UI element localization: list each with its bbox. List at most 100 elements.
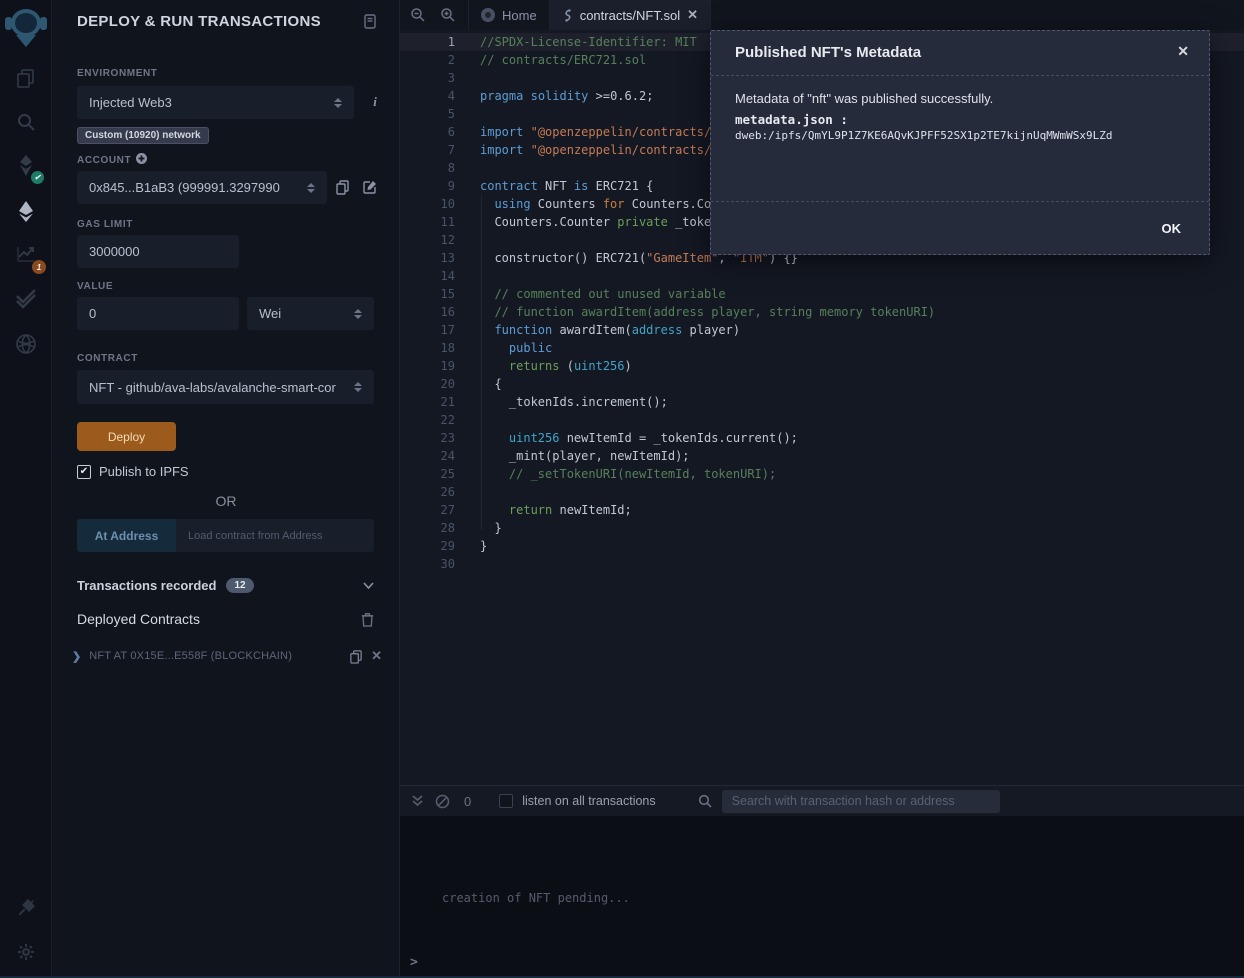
terminal-search-icon <box>698 794 712 808</box>
zoom-in-icon[interactable] <box>440 7 456 23</box>
code-line[interactable]: 21 _tokenIds.increment(); <box>400 393 1244 411</box>
clear-terminal-icon[interactable] <box>435 794 450 809</box>
code-line[interactable]: 25 // _setTokenURI(newItemId, tokenURI); <box>400 465 1244 483</box>
deploy-run-panel: DEPLOY & RUN TRANSACTIONS ENVIRONMENT In… <box>52 0 400 978</box>
ok-button[interactable]: OK <box>1162 221 1182 236</box>
sourcify-plugin-icon[interactable] <box>0 324 52 364</box>
value-unit-select[interactable]: Wei <box>247 297 374 330</box>
solidity-compiler-icon[interactable]: ✔ <box>0 146 52 186</box>
code-line[interactable]: 16 // function awardItem(address player,… <box>400 303 1244 321</box>
code-line[interactable]: 19 returns (uint256) <box>400 357 1244 375</box>
code-line[interactable]: 23 uint256 newItemId = _tokenIds.current… <box>400 429 1244 447</box>
line-number: 4 <box>400 87 455 105</box>
line-number: 8 <box>400 159 455 177</box>
line-number: 15 <box>400 285 455 303</box>
at-address-button[interactable]: At Address <box>77 519 176 552</box>
listen-transactions-checkbox[interactable]: listen on all transactions <box>499 794 655 808</box>
deploy-run-icon[interactable] <box>0 192 52 232</box>
modal-footer: OK <box>711 201 1209 254</box>
clear-deployed-trash-icon[interactable] <box>361 612 374 627</box>
code-line[interactable]: 28 } <box>400 519 1244 537</box>
line-number: 3 <box>400 69 455 87</box>
deployed-contract-item[interactable]: ❯ NFT AT 0X15E...E558F (BLOCKCHAIN) ✕ <box>72 648 382 664</box>
chevron-down-icon <box>363 582 374 589</box>
terminal-log-line: creation of NFT pending... <box>442 891 630 905</box>
deployed-contracts-row: Deployed Contracts <box>77 611 374 627</box>
line-number: 24 <box>400 447 455 465</box>
remove-contract-icon[interactable]: ✕ <box>371 648 382 664</box>
contract-select[interactable]: NFT - github/ava-labs/avalanche-smart-co… <box>77 370 374 404</box>
search-icon[interactable] <box>0 102 52 142</box>
tab-contracts-nft-sol[interactable]: contracts/NFT.sol ✕ <box>550 0 711 30</box>
code-line[interactable]: 24 _mint(player, newItemId); <box>400 447 1244 465</box>
contract-label: CONTRACT <box>77 353 138 364</box>
code-line[interactable]: 14 <box>400 267 1244 285</box>
gas-limit-field[interactable] <box>77 235 239 268</box>
close-modal-icon[interactable]: ✕ <box>1177 43 1189 60</box>
line-number: 26 <box>400 483 455 501</box>
account-select[interactable]: 0x845...B1aB3 (999991.3297990 <box>77 171 327 204</box>
line-number: 27 <box>400 501 455 519</box>
copy-account-icon[interactable] <box>335 179 350 195</box>
transactions-recorded-row[interactable]: Transactions recorded 12 <box>77 578 374 593</box>
environment-info-icon[interactable]: i <box>367 94 383 110</box>
line-number: 9 <box>400 177 455 195</box>
code-line[interactable]: 22 <box>400 411 1244 429</box>
value-field[interactable] <box>77 297 239 330</box>
modal-message: Metadata of "nft" was published successf… <box>735 91 1185 106</box>
zoom-out-icon[interactable] <box>410 7 426 23</box>
at-address-input[interactable] <box>176 519 374 552</box>
plugin-manager-icon[interactable] <box>0 888 52 928</box>
terminal-search-input[interactable] <box>722 790 1000 813</box>
terminal-output[interactable]: creation of NFT pending... > <box>400 816 1244 978</box>
collapse-terminal-icon[interactable] <box>412 795 423 807</box>
code-line[interactable]: 27 return newItemId; <box>400 501 1244 519</box>
code-line[interactable]: 26 <box>400 483 1244 501</box>
metadata-file-label: metadata.json : <box>735 112 1185 127</box>
chart-plugin-icon[interactable]: 1 <box>0 234 52 274</box>
code-line[interactable]: 17 function awardItem(address player) <box>400 321 1244 339</box>
settings-gear-icon[interactable] <box>0 932 52 972</box>
edit-account-icon[interactable] <box>362 179 378 195</box>
line-number: 20 <box>400 375 455 393</box>
terminal-toolbar: 0 listen on all transactions <box>400 785 1244 816</box>
tab-bar: Home contracts/NFT.sol ✕ <box>400 0 1244 30</box>
line-number: 10 <box>400 195 455 213</box>
remix-ide-window: ✔ 1 <box>0 0 1244 978</box>
modal-title: Published NFT's Metadata <box>735 44 921 61</box>
remix-logo-icon[interactable] <box>4 6 48 52</box>
stepper-icon <box>354 382 362 392</box>
file-explorer-icon[interactable] <box>0 58 52 98</box>
network-badge: Custom (10920) network <box>77 127 209 144</box>
code-line[interactable]: 20 { <box>400 375 1244 393</box>
docs-book-icon[interactable] <box>363 14 377 34</box>
line-number: 14 <box>400 267 455 285</box>
checkbox-checked-icon: ✔ <box>77 465 91 479</box>
account-label: ACCOUNT <box>77 155 131 166</box>
value-input[interactable] <box>89 306 227 321</box>
code-line[interactable]: 30 <box>400 555 1244 573</box>
modal-body: Metadata of "nft" was published successf… <box>711 76 1209 201</box>
ipfs-hash: dweb:/ipfs/QmYL9P1Z7KE6AQvKJPFF52SX1p2TE… <box>735 129 1185 142</box>
publish-to-ipfs-checkbox[interactable]: ✔ Publish to IPFS <box>77 464 189 479</box>
copy-contract-icon[interactable] <box>349 649 363 664</box>
unit-testing-icon[interactable] <box>0 278 52 318</box>
environment-select[interactable]: Injected Web3 <box>77 86 354 119</box>
add-account-icon[interactable] <box>135 152 148 165</box>
code-line[interactable]: 15 // commented out unused variable <box>400 285 1244 303</box>
close-tab-icon[interactable]: ✕ <box>687 7 698 23</box>
published-metadata-modal: Published NFT's Metadata ✕ Metadata of "… <box>710 30 1210 255</box>
code-line[interactable]: 18 public <box>400 339 1244 357</box>
line-number: 5 <box>400 105 455 123</box>
line-number: 11 <box>400 213 455 231</box>
deploy-button[interactable]: Deploy <box>77 422 176 451</box>
line-number: 16 <box>400 303 455 321</box>
terminal-prompt[interactable]: > <box>410 955 418 970</box>
expand-chevron-icon[interactable]: ❯ <box>72 650 81 663</box>
stepper-icon <box>354 309 362 319</box>
tab-home[interactable]: Home <box>468 0 550 30</box>
terminal-count: 0 <box>464 794 471 809</box>
gas-limit-input[interactable] <box>89 244 227 259</box>
code-line[interactable]: 29} <box>400 537 1244 555</box>
gas-limit-label: GAS LIMIT <box>77 219 133 230</box>
